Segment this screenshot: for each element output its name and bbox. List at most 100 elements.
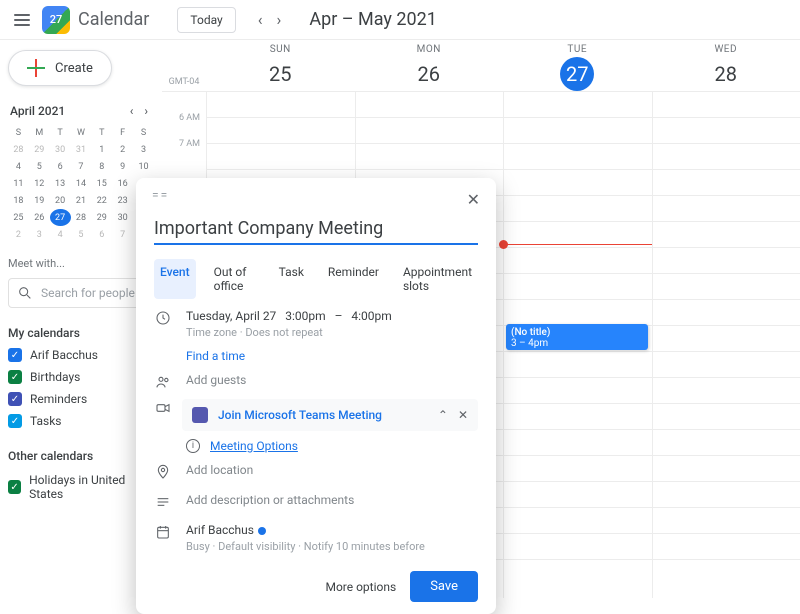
event-type-tab[interactable]: Appointment slots [397,259,478,299]
calendar-item[interactable]: ✓Birthdays [8,370,154,384]
mini-cal-day[interactable]: 15 [91,175,112,192]
join-teams-link[interactable]: Join Microsoft Teams Meeting [218,408,382,422]
find-a-time-link[interactable]: Find a time [186,349,245,363]
mini-cal-day[interactable]: 12 [29,175,50,192]
event-end-time[interactable]: 4:00pm [351,309,391,323]
calendar-item[interactable]: ✓Arif Bacchus [8,348,154,362]
meeting-options-link[interactable]: Meeting Options [210,439,298,453]
calendar-label: Tasks [30,414,62,428]
mini-cal-day[interactable]: 1 [91,141,112,158]
main-menu-icon[interactable] [10,7,34,33]
mini-calendar: April 2021 ‹ › SMTWTFS 28293031123456789… [8,104,154,243]
event-type-tab[interactable]: Task [273,259,310,299]
event-start-time[interactable]: 3:00pm [285,309,325,323]
mini-cal-day[interactable]: 11 [8,175,29,192]
location-icon [154,464,172,483]
mini-cal-day[interactable]: 10 [133,158,154,175]
mini-cal-day[interactable]: 20 [50,192,71,209]
more-options-button[interactable]: More options [325,580,396,594]
mini-cal-day[interactable]: 19 [29,192,50,209]
collapse-teams-icon[interactable]: ⌃ [438,408,448,422]
event-block[interactable]: (No title)3 – 4pm [506,324,648,350]
mini-cal-day[interactable]: 9 [112,158,133,175]
guests-row[interactable]: Add guests [136,363,496,393]
organizer-row[interactable]: Arif Bacchus Busy · Default visibility ·… [136,513,496,553]
next-week-button[interactable]: › [271,8,288,32]
mini-cal-day[interactable]: 14 [71,175,92,192]
calendar-checkbox[interactable]: ✓ [8,370,22,384]
mini-cal-next-button[interactable]: › [140,102,152,120]
day-number: 28 [709,57,743,91]
create-button[interactable]: Create [8,50,112,86]
mini-cal-day[interactable]: 6 [91,226,112,243]
day-header-cell[interactable]: SUN25 [206,40,355,91]
mini-cal-day[interactable]: 29 [29,141,50,158]
mini-cal-day[interactable]: 28 [71,209,92,226]
event-type-tab[interactable]: Event [154,259,196,299]
calendar-checkbox[interactable]: ✓ [8,414,22,428]
calendar-checkbox[interactable]: ✓ [8,348,22,362]
mini-cal-day[interactable]: 6 [50,158,71,175]
mini-cal-day[interactable]: 26 [29,209,50,226]
mini-cal-day[interactable]: 30 [112,209,133,226]
mini-cal-day[interactable]: 28 [8,141,29,158]
mini-cal-day[interactable]: 4 [8,158,29,175]
search-icon [17,285,33,301]
event-time-row: Tuesday, April 27 3:00pm – 4:00pm Time z… [136,299,496,339]
mini-cal-day[interactable]: 7 [112,226,133,243]
mini-cal-day[interactable]: 3 [29,226,50,243]
mini-cal-day[interactable]: 13 [50,175,71,192]
close-icon[interactable]: ✕ [463,188,484,211]
calendar-checkbox[interactable]: ✓ [8,392,22,406]
day-column[interactable] [652,92,800,598]
mini-cal-day[interactable]: 5 [29,158,50,175]
timezone-repeat-label[interactable]: Time zone · Does not repeat [186,326,478,339]
event-title-input[interactable] [154,214,478,245]
search-people-placeholder: Search for people [41,286,135,300]
description-row[interactable]: Add description or attachments [136,483,496,513]
event-date[interactable]: Tuesday, April 27 [186,309,276,323]
mini-cal-day[interactable]: 25 [8,209,29,226]
search-people-input[interactable]: Search for people [8,278,154,308]
location-row[interactable]: Add location [136,453,496,483]
mini-cal-day[interactable]: 2 [112,141,133,158]
mini-cal-day[interactable]: 21 [71,192,92,209]
mini-cal-day[interactable]: 4 [50,226,71,243]
top-bar: 27 Calendar Today ‹ › Apr – May 2021 [0,0,800,40]
day-header-cell[interactable]: TUE27 [503,40,652,91]
mini-cal-day[interactable]: 23 [112,192,133,209]
other-calendars-header[interactable]: Other calendars + [8,446,154,465]
mini-cal-day[interactable]: 30 [50,141,71,158]
calendar-item[interactable]: ✓ Tasks [8,414,154,428]
my-calendars-header[interactable]: My calendars [8,326,154,340]
mini-cal-month: April 2021 [10,104,65,118]
mini-cal-day[interactable]: 5 [71,226,92,243]
day-header-cell[interactable]: WED28 [652,40,800,91]
calendar-item[interactable]: ✓Reminders [8,392,154,406]
event-type-tab[interactable]: Out of office [208,259,261,299]
mini-cal-day[interactable]: 18 [8,192,29,209]
mini-cal-day[interactable]: 31 [71,141,92,158]
calendar-checkbox[interactable]: ✓ [8,480,21,494]
remove-teams-icon[interactable]: ✕ [458,408,468,422]
save-button[interactable]: Save [410,571,478,602]
mini-cal-day[interactable]: 2 [8,226,29,243]
calendar-item[interactable]: ✓Holidays in United States [8,473,154,501]
prev-week-button[interactable]: ‹ [252,8,269,32]
mini-cal-day[interactable]: 7 [71,158,92,175]
mini-cal-day[interactable]: 29 [91,209,112,226]
clock-icon [154,310,172,329]
mini-cal-day[interactable]: 16 [112,175,133,192]
mini-cal-day[interactable]: 8 [91,158,112,175]
info-icon: i [186,439,200,453]
mini-cal-prev-button[interactable]: ‹ [126,102,138,120]
today-button[interactable]: Today [177,7,235,33]
mini-cal-day[interactable]: 22 [91,192,112,209]
drag-handle-icon[interactable]: == [152,188,169,202]
mini-cal-dow: M [29,124,50,141]
day-header-cell[interactable]: MON26 [355,40,504,91]
mini-cal-day[interactable]: 3 [133,141,154,158]
day-column[interactable]: (No title)3 – 4pm [503,92,652,598]
mini-cal-day[interactable]: 27 [50,209,71,226]
event-type-tab[interactable]: Reminder [322,259,385,299]
